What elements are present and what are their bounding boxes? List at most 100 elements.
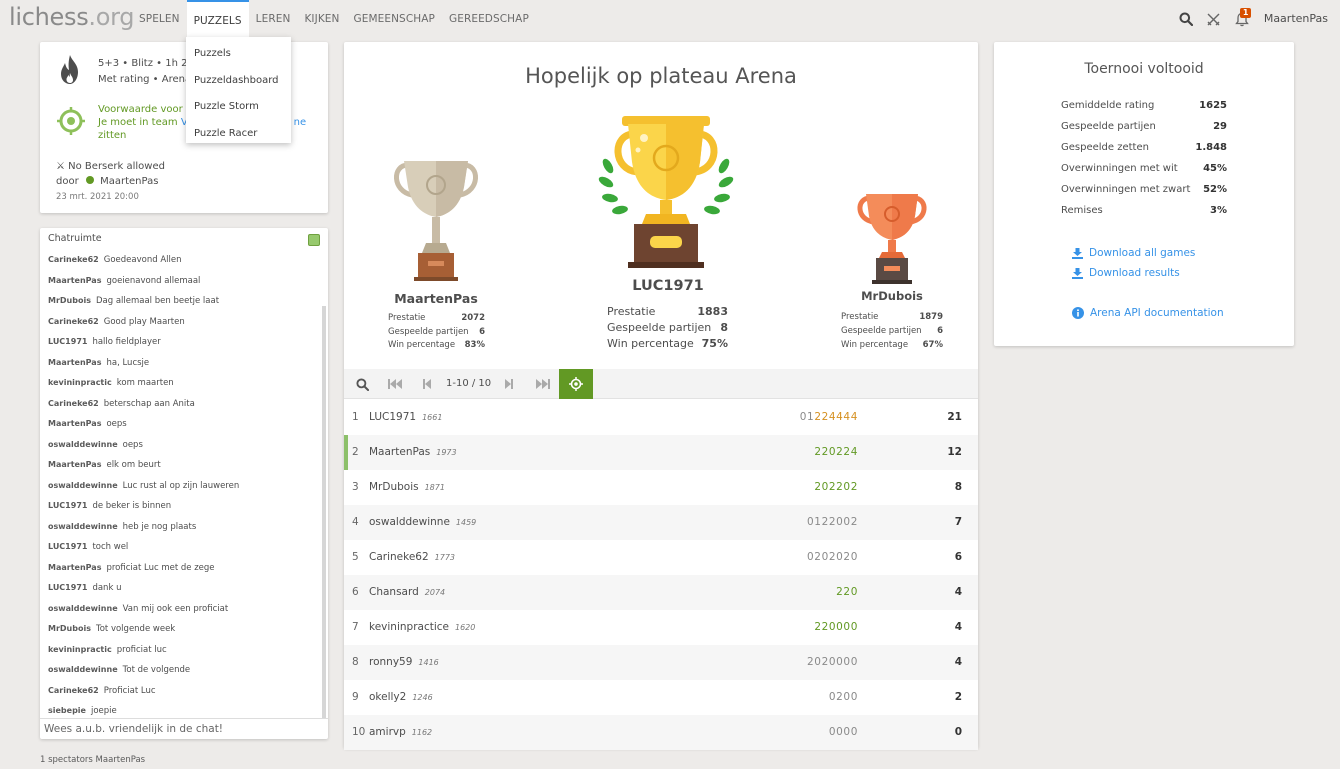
table-row[interactable]: 2 MaartenPas 1973 220224 12 (344, 435, 978, 470)
player-name-cell[interactable]: MrDubois 1871 (369, 470, 445, 505)
chat-username[interactable]: oswalddewinne (48, 481, 118, 490)
notifications-bell-icon[interactable]: 1 (1228, 0, 1256, 38)
chat-username[interactable]: kevininpractic (48, 645, 112, 654)
nav-tools[interactable]: GEREEDSCHAP (442, 0, 536, 38)
player-name-cell[interactable]: oswalddewinne 1459 (369, 505, 476, 540)
chat-username[interactable]: Carineke62 (48, 317, 99, 326)
player-name-cell[interactable]: Carineke62 1773 (369, 540, 455, 575)
chat-username[interactable]: siebepie (48, 706, 86, 715)
nav-puzzles[interactable]: PUZZELS (186, 0, 249, 38)
chat-username[interactable]: Carineke62 (48, 686, 99, 695)
user-menu-link[interactable]: MaartenPas (1256, 0, 1340, 38)
score-sheet: 202202 (814, 470, 858, 505)
table-row[interactable]: 10 amirvp 1162 0000 0 (344, 715, 978, 750)
next-page-icon[interactable] (498, 369, 520, 399)
summary-value: 1.848 (1195, 142, 1227, 153)
table-row[interactable]: 8 ronny59 1416 2020000 4 (344, 645, 978, 680)
chat-username[interactable]: MaartenPas (48, 563, 101, 572)
podium-first-win: Win percentage 75% (607, 337, 728, 350)
by-label: door (56, 176, 79, 187)
chat-message: MrDubois Dag allemaal ben beetje laat (48, 291, 318, 312)
player-name-cell[interactable]: amirvp 1162 (369, 715, 432, 750)
download-games-link[interactable]: Download all games (1072, 247, 1195, 259)
chat-username[interactable]: MaartenPas (48, 460, 101, 469)
creator-line: door MaartenPas (56, 174, 158, 189)
player-name-cell[interactable]: kevininpractice 1620 (369, 610, 475, 645)
chat-toggle-checkbox[interactable] (308, 234, 320, 246)
table-row[interactable]: 7 kevininpractice 1620 220000 4 (344, 610, 978, 645)
chat-username[interactable]: Carineke62 (48, 255, 99, 264)
search-icon[interactable] (1172, 0, 1200, 38)
table-row[interactable]: 4 oswalddewinne 1459 0122002 7 (344, 505, 978, 540)
player-name-cell[interactable]: LUC1971 1661 (369, 400, 442, 435)
chat-username[interactable]: Carineke62 (48, 399, 99, 408)
chat-username[interactable]: MrDubois (48, 296, 91, 305)
team-link-end[interactable]: ne (294, 117, 307, 128)
chat-username[interactable]: LUC1971 (48, 337, 87, 346)
menu-item-puzzle-racer[interactable]: Puzzle Racer (186, 121, 291, 148)
last-page-icon[interactable] (530, 369, 556, 399)
chat-message: LUC1971 toch wel (48, 537, 318, 558)
chat-username[interactable]: MaartenPas (48, 276, 101, 285)
chat-username[interactable]: LUC1971 (48, 583, 87, 592)
stat-label: Win percentage (388, 340, 456, 350)
berserk-rule: ⚔︎ No Berserk allowed (56, 159, 165, 174)
chat-username[interactable]: MrDubois (48, 624, 91, 633)
challenge-swords-icon[interactable] (1200, 0, 1228, 38)
chat-username[interactable]: oswalddewinne (48, 604, 118, 613)
table-row[interactable]: 1 LUC1971 1661 01224444 21 (344, 400, 978, 435)
menu-item-puzzle-dashboard[interactable]: Puzzeldashboard (186, 68, 291, 95)
podium-third-name[interactable]: MrDubois (832, 289, 952, 303)
target-icon (569, 377, 583, 391)
chat-scrollbar[interactable] (322, 306, 326, 718)
podium-second-name[interactable]: MaartenPas (374, 291, 498, 306)
search-icon[interactable] (348, 369, 376, 399)
chat-username[interactable]: oswalddewinne (48, 665, 118, 674)
player-name: okelly2 (369, 691, 407, 703)
menu-item-puzzle-storm[interactable]: Puzzle Storm (186, 94, 291, 121)
score-sheet-segment: 0000 (828, 726, 858, 738)
player-name-cell[interactable]: MaartenPas 1973 (369, 435, 457, 470)
stat-label: Prestatie (841, 312, 879, 322)
chat-username[interactable]: MaartenPas (48, 419, 101, 428)
menu-item-puzzles[interactable]: Puzzels (186, 41, 291, 68)
table-row[interactable]: 5 Carineke62 1773 0202020 6 (344, 540, 978, 575)
focus-me-button[interactable] (559, 369, 593, 399)
score-sheet-segment: 220000 (814, 621, 858, 633)
creator-link[interactable]: MaartenPas (100, 176, 158, 187)
chat-username[interactable]: kevininpractic (48, 378, 112, 387)
chat-text: kom maarten (116, 378, 174, 388)
table-row[interactable]: 9 okelly2 1246 0200 2 (344, 680, 978, 715)
chat-username[interactable]: oswalddewinne (48, 522, 118, 531)
chat-input[interactable]: Wees a.u.b. vriendelijk in de chat! (40, 718, 328, 739)
player-name-cell[interactable]: okelly2 1246 (369, 680, 433, 715)
site-header: lichess.org SPELEN PUZZELS LEREN KIJKEN … (0, 0, 1340, 38)
api-docs-link[interactable]: Arena API documentation (1072, 307, 1224, 319)
nav-learn[interactable]: LEREN (249, 0, 298, 38)
player-rating: 1773 (434, 553, 456, 562)
site-logo[interactable]: lichess.org (9, 3, 135, 31)
table-row[interactable]: 6 Chansard 2074 220 4 (344, 575, 978, 610)
first-page-icon[interactable] (382, 369, 408, 399)
podium-first-name[interactable]: LUC1971 (606, 278, 730, 294)
download-results-link[interactable]: Download results (1072, 267, 1180, 279)
stat-value: 8 (720, 321, 728, 334)
chat-message: Carineke62 Proficiat Luc (48, 681, 318, 702)
chat-username[interactable]: oswalddewinne (48, 440, 118, 449)
chat-text: goeienavond allemaal (106, 275, 201, 286)
player-name-cell[interactable]: ronny59 1416 (369, 645, 439, 680)
chat-username[interactable]: MaartenPas (48, 358, 101, 367)
podium-second-perf: Prestatie 2072 (388, 313, 485, 323)
nav-community[interactable]: GEMEENSCHAP (347, 0, 442, 38)
previous-page-icon[interactable] (416, 369, 438, 399)
nav-play[interactable]: SPELEN (132, 0, 187, 38)
player-name-cell[interactable]: Chansard 2074 (369, 575, 445, 610)
score-sheet-segment: 224444 (814, 411, 858, 423)
nav-watch[interactable]: KIJKEN (297, 0, 346, 38)
score-sheet: 0122002 (807, 505, 858, 540)
summary-label: Overwinningen met wit (1061, 163, 1178, 174)
chat-username[interactable]: LUC1971 (48, 542, 87, 551)
player-score: 6 (954, 551, 962, 563)
table-row[interactable]: 3 MrDubois 1871 202202 8 (344, 470, 978, 505)
chat-username[interactable]: LUC1971 (48, 501, 87, 510)
